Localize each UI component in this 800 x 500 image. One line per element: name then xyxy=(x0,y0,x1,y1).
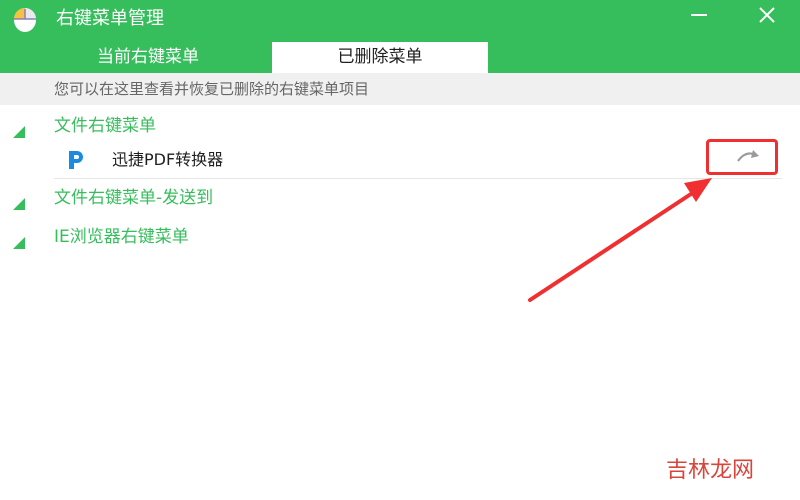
watermark: 吉林龙网 xyxy=(666,458,755,483)
expand-triangle-icon xyxy=(13,120,25,138)
list-item: 迅捷PDF转换器 xyxy=(54,142,782,179)
expand-triangle-icon xyxy=(13,231,25,249)
item-label: 迅捷PDF转换器 xyxy=(112,150,224,169)
tab-current-menu[interactable]: 当前右键菜单 xyxy=(38,42,258,73)
group-label: IE浏览器右键菜单 xyxy=(54,227,189,247)
window-title: 右键菜单管理 xyxy=(56,8,164,29)
annotation-highlight-box xyxy=(706,139,778,175)
minimize-button[interactable] xyxy=(681,3,717,31)
hint-text: 您可以在这里查看并恢复已删除的右键菜单项目 xyxy=(54,80,370,98)
group-label: 文件右键菜单 xyxy=(54,116,156,136)
title-bar: 右键菜单管理 当前右键菜单 已删除菜单 xyxy=(0,0,800,73)
pdf-converter-icon xyxy=(66,149,86,171)
minimize-icon xyxy=(688,4,710,30)
tab-deleted-menu[interactable]: 已删除菜单 xyxy=(272,42,488,73)
group-label: 文件右键菜单-发送到 xyxy=(54,188,214,208)
expand-triangle-icon xyxy=(13,192,25,210)
close-button[interactable] xyxy=(749,3,785,31)
hint-bar: 您可以在这里查看并恢复已删除的右键菜单项目 xyxy=(0,73,800,105)
mouse-icon xyxy=(12,7,38,33)
close-icon xyxy=(756,4,778,30)
